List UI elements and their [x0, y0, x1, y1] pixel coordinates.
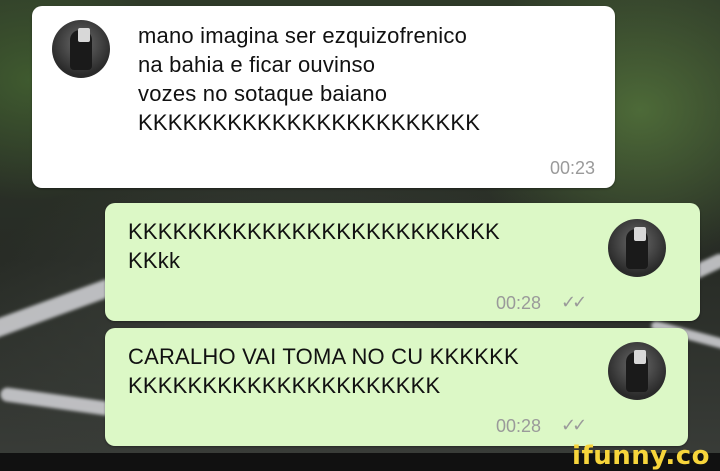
message-line: KKKKKKKKKKKKKKKKKKKKKKKKK [128, 219, 500, 244]
avatar-phone [634, 227, 646, 241]
message-line: na bahia e ficar ouvinso [138, 52, 376, 77]
message-line: KKKKKKKKKKKKKKKKKKKKK [128, 373, 441, 398]
double-check-icon: ✓✓ [561, 415, 587, 435]
message-timestamp: 00:28 [496, 293, 542, 313]
double-check-icon: ✓✓ [561, 292, 587, 312]
own-avatar[interactable] [608, 342, 666, 400]
message-timestamp: 00:23 [549, 158, 595, 178]
avatar-phone [634, 350, 646, 364]
message-text: mano imagina ser ezquizofrenico na bahia… [138, 21, 480, 137]
message-line: vozes no sotaque baiano [138, 81, 388, 106]
message-line: mano imagina ser ezquizofrenico [138, 23, 468, 48]
outgoing-message-bubble[interactable]: KKKKKKKKKKKKKKKKKKKKKKKKK KKkk 00:28 ✓✓ [105, 203, 700, 321]
own-avatar[interactable] [608, 219, 666, 277]
message-text: CARALHO VAI TOMA NO CU KKKKKK KKKKKKKKKK… [128, 342, 519, 400]
message-line: KKkk [128, 248, 181, 273]
outgoing-message-bubble[interactable]: CARALHO VAI TOMA NO CU KKKKKK KKKKKKKKKK… [105, 328, 688, 446]
message-timestamp: 00:28 [496, 416, 542, 436]
avatar-phone [78, 28, 90, 42]
watermark: ifunny.co [572, 441, 710, 471]
sender-avatar[interactable] [52, 20, 110, 78]
message-line: CARALHO VAI TOMA NO CU KKKKKK [128, 344, 519, 369]
incoming-message-bubble[interactable]: mano imagina ser ezquizofrenico na bahia… [32, 6, 615, 188]
message-line: KKKKKKKKKKKKKKKKKKKKKKK [138, 110, 481, 135]
message-text: KKKKKKKKKKKKKKKKKKKKKKKKK KKkk [128, 217, 500, 275]
